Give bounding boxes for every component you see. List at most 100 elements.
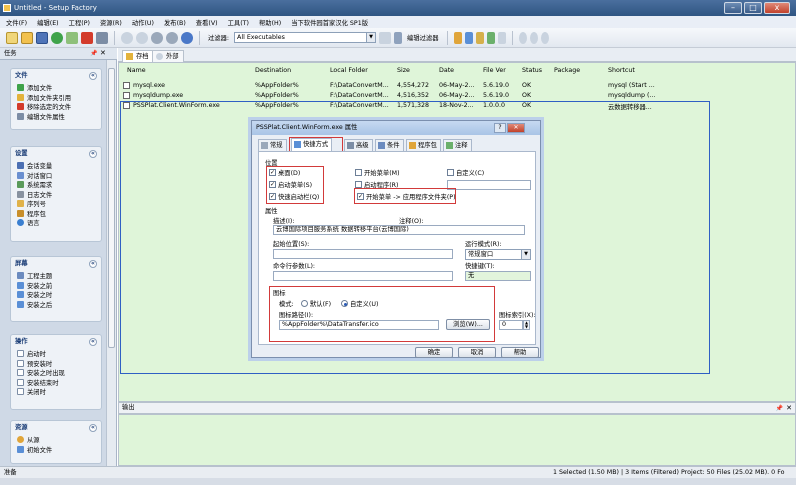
icon-path-input[interactable]: %AppFolder%\DataTransfer.ico bbox=[279, 320, 439, 330]
column-date[interactable]: Date bbox=[439, 67, 454, 74]
check-icon[interactable] bbox=[486, 31, 495, 44]
pin-icon[interactable]: 📌 bbox=[90, 50, 97, 57]
column-package[interactable]: Package bbox=[554, 67, 580, 74]
minimize-button[interactable]: – bbox=[724, 2, 742, 14]
menu-action[interactable]: 动作(U) bbox=[132, 18, 154, 27]
option-icon[interactable] bbox=[529, 31, 538, 44]
shortcut-icon[interactable] bbox=[464, 31, 473, 44]
icon-index-input[interactable]: 0 bbox=[499, 320, 523, 330]
command-line-input[interactable] bbox=[273, 271, 453, 281]
group-title[interactable]: 设置 « bbox=[11, 147, 101, 161]
list-item[interactable]: 安装之前 bbox=[11, 281, 101, 291]
add-folder-icon[interactable] bbox=[66, 31, 78, 44]
scrollbar-thumb[interactable] bbox=[108, 68, 115, 348]
wand-icon[interactable] bbox=[453, 31, 462, 44]
tab-advanced[interactable]: 高级 bbox=[344, 139, 373, 151]
cancel-button[interactable]: 取消 bbox=[458, 347, 496, 358]
column-size[interactable]: Size bbox=[397, 67, 410, 74]
collapse-icon[interactable]: « bbox=[89, 150, 97, 158]
list-icon[interactable] bbox=[497, 31, 506, 44]
group-title[interactable]: 屏幕 « bbox=[11, 257, 101, 271]
new-icon[interactable] bbox=[6, 31, 18, 44]
column-file-ver[interactable]: File Ver bbox=[483, 67, 506, 74]
dialog-close-button[interactable]: ✕ bbox=[507, 123, 525, 133]
custom-location-checkbox[interactable] bbox=[447, 169, 454, 176]
column-name[interactable]: Name bbox=[127, 67, 146, 74]
menu-project[interactable]: 工程(P) bbox=[69, 18, 90, 27]
list-item[interactable]: 对话窗口 bbox=[11, 171, 101, 181]
list-item[interactable]: 工程主题 bbox=[11, 271, 101, 281]
list-item[interactable]: 安装之时 bbox=[11, 290, 101, 300]
menu-tools[interactable]: 工具(T) bbox=[228, 18, 249, 27]
list-item[interactable]: 语言 bbox=[11, 218, 101, 228]
list-item[interactable]: 安装之时出现 bbox=[11, 368, 101, 378]
default-icon-radio[interactable] bbox=[301, 300, 308, 307]
collapse-icon[interactable]: « bbox=[89, 72, 97, 80]
list-item[interactable]: 启动时 bbox=[11, 349, 101, 359]
column-local-folder[interactable]: Local Folder bbox=[330, 67, 368, 74]
menu-publish[interactable]: 发布(B) bbox=[164, 18, 186, 27]
collapse-icon[interactable]: « bbox=[89, 260, 97, 268]
maximize-button[interactable]: □ bbox=[744, 2, 762, 14]
list-item[interactable]: 安装结束时 bbox=[11, 378, 101, 388]
save-icon[interactable] bbox=[36, 31, 48, 44]
tab-general[interactable]: 常规 bbox=[258, 139, 287, 151]
help-button[interactable]: 帮助 bbox=[501, 347, 539, 358]
chevron-down-icon[interactable]: ▼ bbox=[366, 33, 376, 42]
menu-file[interactable]: 文件(F) bbox=[6, 18, 27, 27]
output-pane[interactable] bbox=[118, 414, 796, 466]
tab-packages[interactable]: 程序包 bbox=[406, 139, 441, 151]
list-item[interactable]: 添加文件 bbox=[11, 83, 101, 93]
list-item[interactable]: 移除选定的文件 bbox=[11, 102, 101, 112]
tab-notes[interactable]: 注释 bbox=[443, 139, 472, 151]
funnel-icon[interactable] bbox=[394, 31, 403, 44]
redo-icon[interactable] bbox=[136, 31, 148, 44]
undo-icon[interactable] bbox=[121, 31, 133, 44]
list-item[interactable]: 系统需求 bbox=[11, 180, 101, 190]
custom-location-input[interactable] bbox=[447, 180, 531, 190]
list-item[interactable]: 安装之后 bbox=[11, 300, 101, 310]
tab-archive[interactable]: 存档 bbox=[122, 50, 154, 62]
properties-icon[interactable] bbox=[96, 31, 108, 44]
group-title[interactable]: 文件 « bbox=[11, 69, 101, 83]
column-destination[interactable]: Destination bbox=[255, 67, 291, 74]
list-item[interactable]: 程序包 bbox=[11, 209, 101, 219]
filter-icon[interactable] bbox=[379, 31, 392, 44]
group-title[interactable]: 操作 « bbox=[11, 335, 101, 349]
run-mode-select[interactable]: 常规窗口 ▼ bbox=[465, 249, 531, 260]
tab-conditions[interactable]: 条件 bbox=[375, 139, 404, 151]
chevron-down-icon[interactable]: ▼ bbox=[521, 250, 530, 259]
menu-edit[interactable]: 编辑(E) bbox=[37, 18, 59, 27]
add-icon[interactable] bbox=[51, 31, 63, 44]
help-icon[interactable] bbox=[181, 31, 193, 44]
column-shortcut[interactable]: Shortcut bbox=[608, 67, 635, 74]
close-button[interactable]: x bbox=[764, 2, 790, 14]
pin-icon[interactable]: 📌 bbox=[776, 404, 783, 414]
task-panel-scrollbar[interactable] bbox=[106, 60, 116, 466]
list-item[interactable]: 日志文件 bbox=[11, 190, 101, 200]
menu-view[interactable]: 查看(V) bbox=[196, 18, 218, 27]
option-icon[interactable] bbox=[540, 31, 549, 44]
browse-button[interactable]: 浏览(W)... bbox=[446, 319, 490, 330]
list-item[interactable]: 从源 bbox=[11, 435, 101, 445]
list-item[interactable]: 编辑文件属性 bbox=[11, 112, 101, 122]
option-icon[interactable] bbox=[518, 31, 527, 44]
list-item[interactable]: 预安装时 bbox=[11, 359, 101, 369]
list-item[interactable]: 序列号 bbox=[11, 199, 101, 209]
filter-select[interactable]: All Executables ▼ bbox=[234, 32, 377, 43]
start-menu-checkbox[interactable] bbox=[355, 169, 362, 176]
collapse-icon[interactable]: « bbox=[89, 338, 97, 346]
list-item[interactable]: 会话变量 bbox=[11, 161, 101, 171]
dialog-help-button[interactable]: ? bbox=[494, 123, 506, 133]
package-icon[interactable] bbox=[475, 31, 484, 44]
build-icon[interactable] bbox=[166, 31, 178, 44]
close-icon[interactable]: ✕ bbox=[100, 49, 106, 57]
delete-icon[interactable] bbox=[81, 31, 93, 44]
column-status[interactable]: Status bbox=[522, 67, 542, 74]
menu-resource[interactable]: 资源(R) bbox=[100, 18, 122, 27]
description-input[interactable]: 云博国际项目服务系统 数据转移平台(云博国际) bbox=[273, 225, 525, 235]
close-icon[interactable]: ✕ bbox=[786, 403, 792, 413]
custom-icon-radio[interactable] bbox=[341, 300, 348, 307]
hotkey-input[interactable]: 无 bbox=[465, 271, 531, 281]
icon-index-stepper[interactable]: ▲ ▼ bbox=[523, 320, 530, 330]
